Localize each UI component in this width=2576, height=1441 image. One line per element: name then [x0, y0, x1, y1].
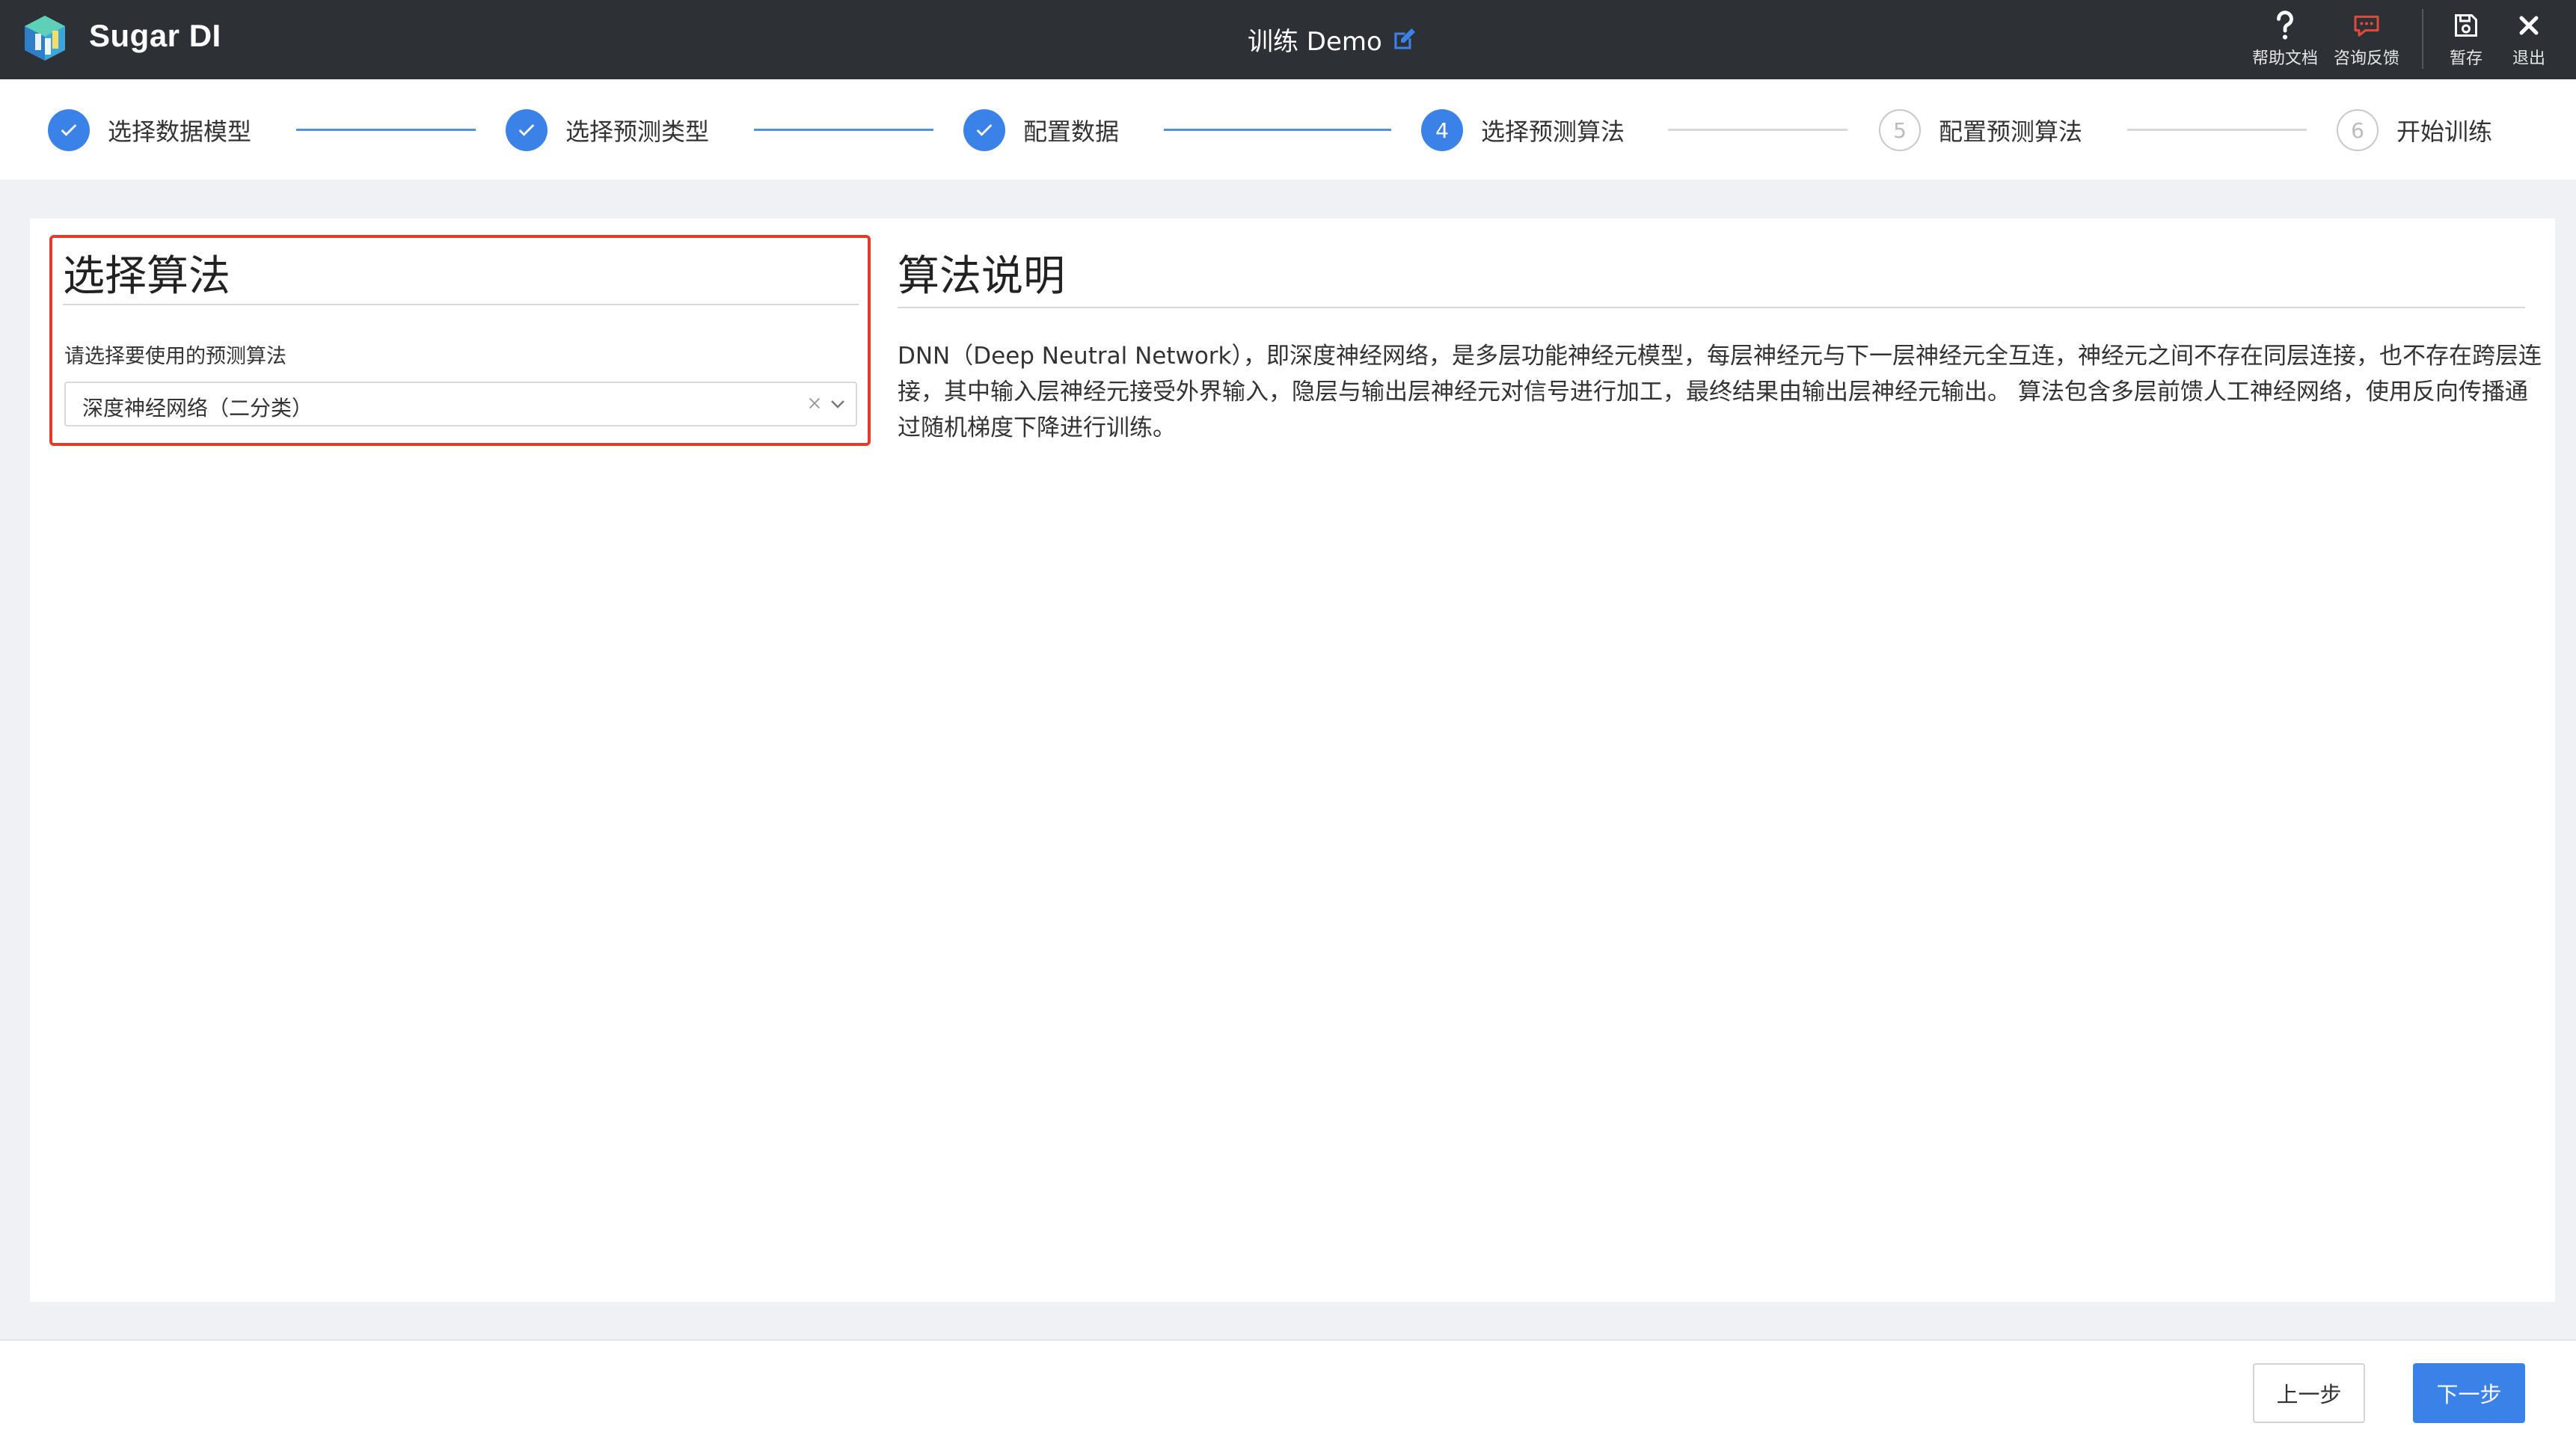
- help-docs-button[interactable]: 帮助文档: [2244, 10, 2326, 69]
- description-section-title: 算法说明: [898, 252, 1065, 301]
- step-label: 开始训练: [2396, 117, 2493, 146]
- step-configure-data[interactable]: 配置数据: [963, 108, 1119, 153]
- check-icon: [48, 109, 90, 151]
- algorithm-section-title: 选择算法: [63, 252, 230, 301]
- help-docs-label: 帮助文档: [2251, 49, 2318, 68]
- step-select-algorithm[interactable]: 4 选择预测算法: [1421, 108, 1625, 153]
- step-connector: [754, 129, 933, 131]
- step-connector: [2127, 129, 2307, 131]
- check-icon: [963, 109, 1005, 151]
- edit-icon[interactable]: [1390, 25, 1418, 54]
- step-label: 选择预测类型: [565, 117, 710, 146]
- section-divider: [898, 307, 2525, 308]
- algorithm-field-label: 请选择要使用的预测算法: [64, 345, 286, 368]
- footer-bar: 上一步 下一步: [0, 1339, 2576, 1441]
- step-connector: [296, 129, 476, 131]
- save-icon: [2455, 14, 2477, 37]
- step-number: 4: [1421, 109, 1463, 151]
- chat-bubble-icon: [2354, 15, 2379, 37]
- sugar-logo-icon: [25, 16, 65, 61]
- step-connector: [1668, 129, 1847, 131]
- step-label: 配置预测算法: [1939, 117, 2083, 146]
- document-title[interactable]: 训练 Demo: [1248, 21, 1418, 58]
- feedback-label: 咨询反馈: [2333, 49, 2399, 68]
- step-configure-algorithm: 5 配置预测算法: [1879, 108, 2082, 153]
- algorithm-select-value: 深度神经网络（二分类）: [82, 396, 313, 420]
- step-select-data-model[interactable]: 选择数据模型: [48, 108, 251, 153]
- exit-label: 退出: [2512, 49, 2545, 68]
- question-icon: [2277, 10, 2293, 40]
- algorithm-select[interactable]: 深度神经网络（二分类）: [64, 382, 857, 426]
- step-select-prediction-type[interactable]: 选择预测类型: [506, 108, 709, 153]
- step-label: 选择预测算法: [1481, 117, 1625, 146]
- clear-icon[interactable]: [806, 395, 823, 412]
- step-connector: [1164, 129, 1391, 131]
- exit-button[interactable]: 退出: [2488, 10, 2570, 69]
- step-start-training: 6 开始训练: [2337, 108, 2492, 153]
- section-divider: [63, 304, 859, 305]
- brand-name: Sugar DI: [89, 18, 221, 53]
- document-title-text: 训练 Demo: [1248, 27, 1382, 57]
- algorithm-description: DNN（Deep Neutral Network），即深度神经网络，是多层功能神…: [898, 343, 2542, 441]
- header-divider: [2422, 9, 2423, 69]
- feedback-button[interactable]: 咨询反馈: [2325, 10, 2408, 69]
- algorithm-selection-panel: 选择算法 请选择要使用的预测算法 深度神经网络（二分类）: [49, 235, 871, 446]
- step-number: 6: [2337, 109, 2379, 151]
- top-header: Sugar DI 训练 Demo 帮助文档 咨询反馈 暂存 退出: [0, 0, 2576, 79]
- main-panel: 选择算法 请选择要使用的预测算法 深度神经网络（二分类） 算法说明 DNN（De…: [30, 218, 2555, 1302]
- step-label: 配置数据: [1023, 117, 1120, 146]
- next-step-button[interactable]: 下一步: [2413, 1363, 2525, 1423]
- step-label: 选择数据模型: [108, 117, 252, 146]
- check-icon: [506, 109, 548, 151]
- chevron-down-icon[interactable]: [829, 397, 847, 412]
- step-number: 5: [1879, 109, 1921, 151]
- previous-step-button[interactable]: 上一步: [2253, 1363, 2365, 1423]
- close-icon: [2519, 16, 2539, 35]
